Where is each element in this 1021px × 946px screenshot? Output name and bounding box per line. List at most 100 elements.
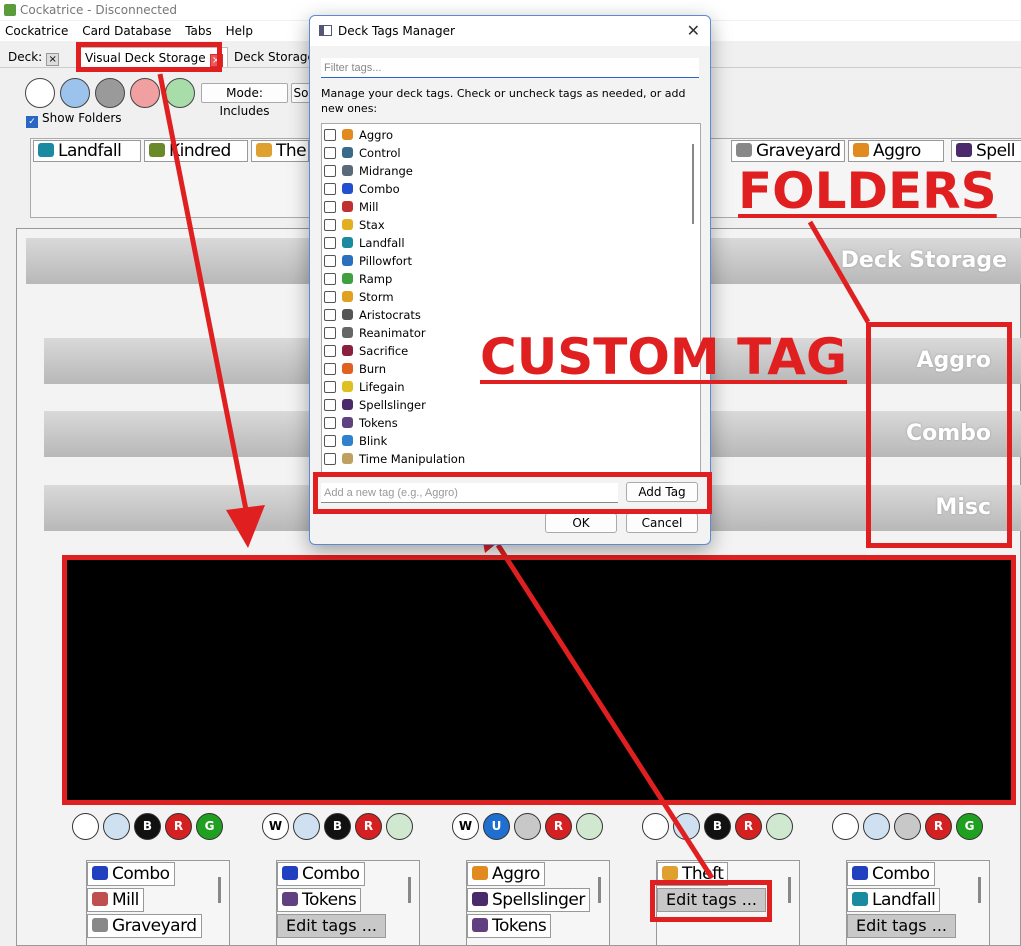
tag-row[interactable]: Aggro <box>324 126 393 144</box>
tag-row[interactable]: Stax <box>324 216 385 234</box>
deck-tag[interactable]: Tokens <box>467 914 552 938</box>
scrollbar[interactable] <box>788 877 791 903</box>
checkbox[interactable] <box>324 417 336 429</box>
close-icon[interactable]: × <box>46 53 60 66</box>
sort-button[interactable]: So <box>291 83 311 103</box>
checkbox[interactable] <box>324 381 336 393</box>
mode-button[interactable]: Mode: Includes <box>201 83 288 118</box>
tag-filter-spellslinger[interactable]: Spell <box>951 140 1021 162</box>
mana-symbol: U <box>483 813 510 840</box>
tag-row[interactable]: Storm <box>324 288 394 306</box>
checkbox[interactable] <box>324 219 336 231</box>
tag-filter-kindred[interactable]: Kindred <box>144 140 248 162</box>
deck-tag[interactable]: Combo <box>847 862 935 886</box>
checkbox[interactable] <box>324 273 336 285</box>
tag-filter-landfall[interactable]: Landfall <box>33 140 141 162</box>
cancel-button[interactable]: Cancel <box>626 513 698 533</box>
checkbox[interactable] <box>324 237 336 249</box>
scrollbar[interactable] <box>408 877 411 903</box>
deck-tag[interactable]: Combo <box>87 862 175 886</box>
tag-row[interactable]: Control <box>324 144 401 162</box>
checkbox[interactable] <box>324 399 336 411</box>
tag-row[interactable]: Time Manipulation <box>324 450 465 468</box>
tag-row[interactable]: Aristocrats <box>324 306 421 324</box>
tombstone-icon <box>736 143 752 157</box>
tag-filter-graveyard[interactable]: Graveyard <box>731 140 845 162</box>
checkbox[interactable] <box>324 183 336 195</box>
menu-help[interactable]: Help <box>221 21 258 41</box>
deck-tag[interactable]: Mill <box>87 888 144 912</box>
tag-icon <box>342 129 353 140</box>
checkbox[interactable] <box>324 255 336 267</box>
tag-row[interactable]: Spellslinger <box>324 396 426 414</box>
tab-deck-storage[interactable]: Deck Storage <box>230 47 319 67</box>
window-title: Cockatrice - Disconnected <box>20 3 177 17</box>
deck-tag[interactable]: Tokens <box>277 888 362 912</box>
checkbox[interactable] <box>324 201 336 213</box>
deck-tag[interactable]: Landfall <box>847 888 941 912</box>
mana-symbol <box>642 813 669 840</box>
color-filter-white[interactable] <box>25 78 55 108</box>
annotation-custom-tag: CUSTOM TAG <box>480 328 848 386</box>
scrollbar[interactable] <box>978 877 981 903</box>
show-folders-checkbox[interactable]: ✓ Show Folders <box>26 110 122 128</box>
tag-row[interactable]: Midrange <box>324 162 413 180</box>
checkbox[interactable] <box>324 363 336 375</box>
tag-row[interactable]: Reanimator <box>324 324 426 342</box>
menu-cockatrice[interactable]: Cockatrice <box>0 21 73 41</box>
tag-icon <box>662 866 678 880</box>
deck-tag-label: Tokens <box>492 916 547 936</box>
deck-tag[interactable]: Aggro <box>467 862 545 886</box>
edit-tags-button[interactable]: Edit tags ... <box>847 914 956 938</box>
tag-icon <box>342 381 353 392</box>
tag-row-label: Storm <box>359 290 394 304</box>
checkbox[interactable] <box>324 345 336 357</box>
dialog-title-bar: Deck Tags Manager ✕ <box>310 16 710 46</box>
tag-row[interactable]: Pillowfort <box>324 252 412 270</box>
scrollbar[interactable] <box>598 877 601 903</box>
tag-row[interactable]: Ramp <box>324 270 392 288</box>
tag-row[interactable]: Combo <box>324 180 400 198</box>
checkbox[interactable] <box>324 453 336 465</box>
close-icon[interactable]: ✕ <box>687 16 700 46</box>
color-filter-green[interactable] <box>165 78 195 108</box>
checkbox[interactable] <box>324 291 336 303</box>
tab-deck[interactable]: Deck: × <box>4 47 63 67</box>
tag-row-label: Burn <box>359 362 386 376</box>
checkbox[interactable] <box>324 147 336 159</box>
scrollbar[interactable] <box>218 877 221 903</box>
deck-tag[interactable]: Spellslinger <box>467 888 590 912</box>
filter-tags-input[interactable] <box>321 58 699 78</box>
menu-tabs[interactable]: Tabs <box>180 21 217 41</box>
tag-row[interactable]: Burn <box>324 360 386 378</box>
tag-row[interactable]: Sacrifice <box>324 342 408 360</box>
scrollbar[interactable] <box>692 144 694 224</box>
tag-row-label: Ramp <box>359 272 393 286</box>
tab-storage-label: Deck Storage <box>234 50 315 64</box>
menu-card-database[interactable]: Card Database <box>77 21 176 41</box>
color-filter-blue[interactable] <box>60 78 90 108</box>
mana-symbol <box>766 813 793 840</box>
checkbox[interactable] <box>324 309 336 321</box>
deck-tag-panel: Combo Landfall Edit tags ... <box>846 860 990 946</box>
tag-row[interactable]: Lifegain <box>324 378 405 396</box>
checkbox[interactable] <box>324 165 336 177</box>
tag-label: Aggro <box>873 141 921 161</box>
color-filter-red[interactable] <box>130 78 160 108</box>
tag-icon <box>852 866 868 880</box>
ok-button[interactable]: OK <box>545 513 617 533</box>
tag-filter-theft[interactable]: The <box>251 140 309 162</box>
color-filter-black[interactable] <box>95 78 125 108</box>
checkbox[interactable] <box>324 129 336 141</box>
mana-symbol: R <box>165 813 192 840</box>
deck-tag[interactable]: Graveyard <box>87 914 202 938</box>
tag-row[interactable]: Blink <box>324 432 387 450</box>
edit-tags-button[interactable]: Edit tags ... <box>277 914 386 938</box>
checkbox[interactable] <box>324 327 336 339</box>
checkbox[interactable] <box>324 435 336 447</box>
tag-row[interactable]: Tokens <box>324 414 398 432</box>
tag-row[interactable]: Mill <box>324 198 379 216</box>
deck-tag[interactable]: Combo <box>277 862 365 886</box>
tag-filter-aggro[interactable]: Aggro <box>848 140 944 162</box>
tag-row[interactable]: Landfall <box>324 234 405 252</box>
